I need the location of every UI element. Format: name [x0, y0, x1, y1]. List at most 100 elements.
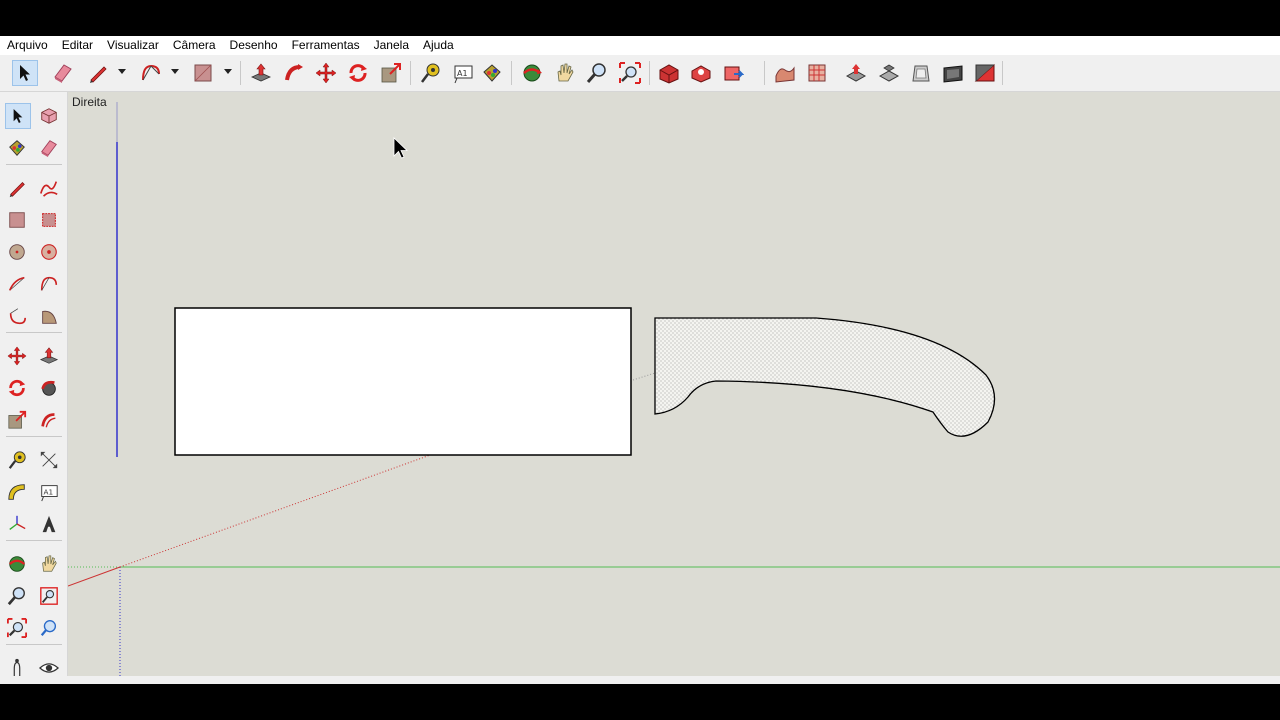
pie-tool-button[interactable]	[36, 303, 62, 329]
dimension-tool-button[interactable]	[36, 447, 62, 473]
warehouse-button[interactable]	[656, 60, 682, 86]
axes-tool-button[interactable]	[4, 511, 30, 537]
circle-tool-button[interactable]	[4, 239, 30, 265]
arc-icon	[8, 276, 25, 291]
sandbox-smoove-icon	[775, 66, 795, 83]
push-pull-tool-button[interactable]	[248, 60, 274, 86]
arc-icon	[142, 64, 160, 81]
menu-janela[interactable]: Janela	[367, 36, 416, 55]
left-toolbar-separator	[6, 164, 62, 165]
sandbox-detail-button[interactable]	[908, 60, 934, 86]
menu-ajuda[interactable]: Ajuda	[416, 36, 461, 55]
extension-warehouse-button[interactable]	[720, 60, 746, 86]
menu-editar[interactable]: Editar	[55, 36, 100, 55]
menu-arquivo[interactable]: Arquivo	[0, 36, 55, 55]
three-point-arc-tool-button[interactable]	[4, 303, 30, 329]
select-icon	[20, 65, 30, 81]
push-pull-tool-button[interactable]	[36, 343, 62, 369]
move-tool-button[interactable]	[313, 60, 339, 86]
pan-tool-button[interactable]	[36, 551, 62, 577]
sandbox-edge-icon	[974, 63, 995, 82]
zoom-window-tool-button[interactable]	[36, 583, 62, 609]
main-toolbar: A1	[0, 55, 1280, 92]
tape-measure-tool-button[interactable]	[417, 60, 443, 86]
pencil-tool-button[interactable]	[85, 60, 111, 86]
text-tool-button[interactable]: A1	[36, 479, 62, 505]
rotate-icon	[349, 64, 367, 82]
paint-bucket-tool-button[interactable]	[479, 60, 505, 86]
paint-bucket-tool-button[interactable]	[4, 135, 30, 161]
menu-ferramentas[interactable]: Ferramentas	[285, 36, 367, 55]
protractor-tool-button[interactable]	[4, 479, 30, 505]
paint-bucket-icon	[9, 140, 25, 156]
polygon-tool-button[interactable]	[36, 239, 62, 265]
sandbox-flip-button[interactable]	[940, 60, 966, 86]
eraser-tool-button[interactable]	[36, 135, 62, 161]
previous-view-tool-button[interactable]	[36, 615, 62, 641]
follow-me-tool-button[interactable]	[36, 375, 62, 401]
share-model-button[interactable]	[688, 60, 714, 86]
sandbox-smoove-button[interactable]	[772, 60, 798, 86]
orbit-icon	[523, 64, 542, 82]
arc-tool-button[interactable]	[138, 60, 164, 86]
orbit-tool-button[interactable]	[519, 60, 545, 86]
select-tool-button[interactable]	[12, 60, 38, 86]
scale-icon	[8, 410, 27, 429]
tape-measure-icon	[421, 63, 440, 83]
sandbox-grid-icon	[808, 64, 826, 82]
component-icon	[41, 108, 57, 124]
arc-dropdown[interactable]	[171, 69, 179, 74]
text-tool-button[interactable]: A1	[450, 60, 476, 86]
rectangle-face[interactable]	[174, 307, 632, 456]
zoom-icon	[7, 587, 25, 606]
sandbox-flip-icon	[943, 65, 963, 83]
pencil-icon	[9, 182, 25, 198]
left-toolbar-separator	[6, 436, 62, 437]
eraser-tool-button[interactable]	[50, 60, 76, 86]
previous-view-icon	[40, 620, 57, 637]
rectangle-tool-button[interactable]	[190, 60, 216, 86]
sandbox-stamp-button[interactable]	[843, 60, 869, 86]
menu-desenho[interactable]: Desenho	[223, 36, 285, 55]
zoom-extents-tool-button[interactable]	[4, 615, 30, 641]
menu-camera[interactable]: Câmera	[166, 36, 223, 55]
left-toolbar-separator	[6, 332, 62, 333]
zoom-extents-tool-button[interactable]	[617, 60, 643, 86]
orbit-tool-button[interactable]	[4, 551, 30, 577]
rotate-tool-button[interactable]	[4, 375, 30, 401]
zoom-tool-button[interactable]	[4, 583, 30, 609]
follow-me-icon	[41, 380, 56, 396]
zoom-tool-button[interactable]	[584, 60, 610, 86]
sandbox-stamp-icon	[845, 64, 867, 82]
pencil-dropdown[interactable]	[118, 69, 126, 74]
text-icon: A1	[454, 65, 473, 84]
line-tool-button[interactable]	[4, 175, 30, 201]
sandbox-edge-button[interactable]	[972, 60, 998, 86]
zoom-extents-icon	[619, 62, 641, 84]
arc-tool-button[interactable]	[4, 271, 30, 297]
drawing-viewport[interactable]: Direita	[68, 92, 1280, 676]
sandbox-drape-button[interactable]	[876, 60, 902, 86]
menu-visualizar[interactable]: Visualizar	[100, 36, 166, 55]
select-tool-button[interactable]	[5, 103, 31, 129]
rotate-tool-button[interactable]	[345, 60, 371, 86]
left-toolbar: A1	[0, 92, 68, 684]
move-tool-button[interactable]	[4, 343, 30, 369]
scene-canvas[interactable]	[68, 92, 1280, 676]
tape-measure-tool-button[interactable]	[4, 447, 30, 473]
rotated-rectangle-tool-button[interactable]	[36, 207, 62, 233]
sandbox-grid-button[interactable]	[804, 60, 830, 86]
scale-tool-button[interactable]	[4, 407, 30, 433]
two-point-arc-tool-button[interactable]	[36, 271, 62, 297]
offset-tool-button[interactable]	[36, 407, 62, 433]
rectangle-tool-button[interactable]	[4, 207, 30, 233]
knife-handle-shape[interactable]	[654, 317, 996, 437]
scale-tool-button[interactable]	[378, 60, 404, 86]
pan-tool-button[interactable]	[552, 60, 578, 86]
rectangle-dropdown[interactable]	[224, 69, 232, 74]
follow-me-tool-button[interactable]	[281, 60, 307, 86]
make-component-button[interactable]	[36, 103, 62, 129]
orbit-icon	[8, 556, 26, 572]
3d-text-tool-button[interactable]	[36, 511, 62, 537]
freehand-tool-button[interactable]	[36, 175, 62, 201]
